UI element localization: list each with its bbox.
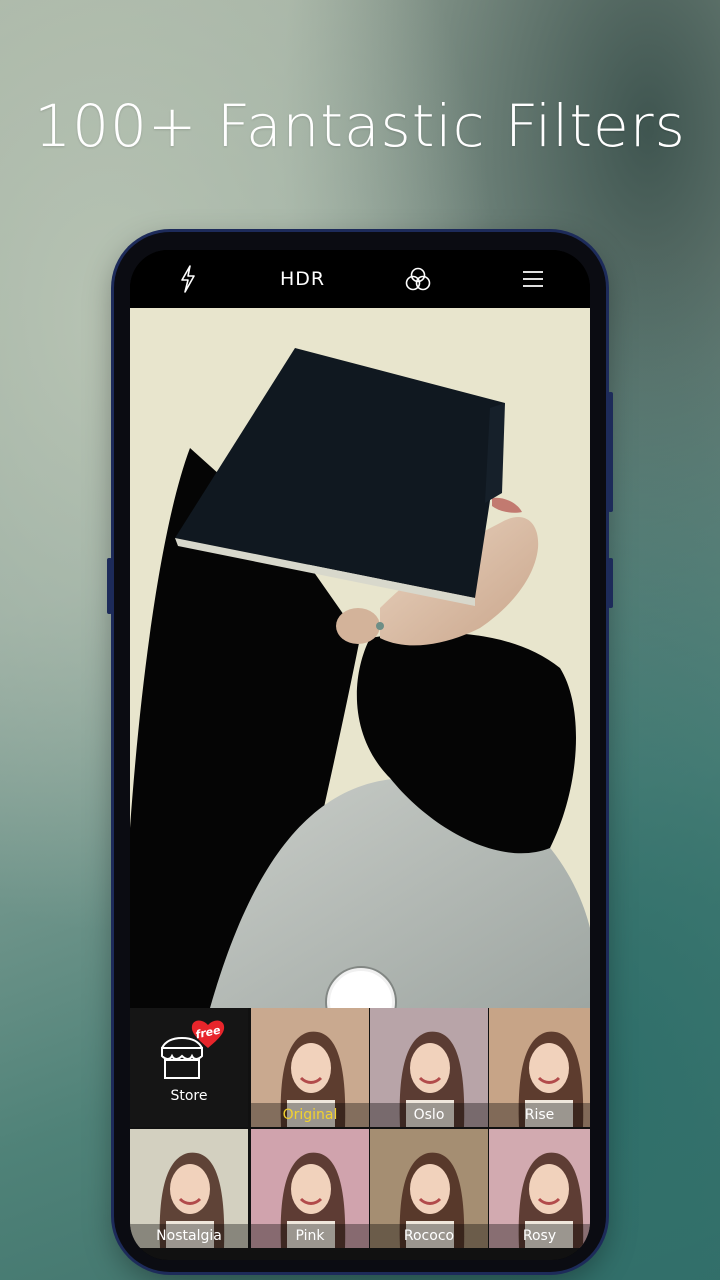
store-label: Store [170,1088,208,1104]
filter-label: Rosy [489,1224,590,1248]
phone-screen: HDR free Store Original Oslo Rise Nostal… [130,250,590,1260]
store-tile[interactable]: free Store [130,1008,248,1127]
hdr-label: HDR [279,268,326,290]
preview-photo [130,308,590,1008]
phone-volume-button [107,558,112,614]
camera-preview [130,308,590,1008]
filter-label: Rococo [370,1224,488,1248]
free-badge: free [190,1018,226,1050]
filter-tile-rosy[interactable]: Rosy [489,1129,590,1248]
filter-circles-icon [405,267,430,291]
filter-tile-original[interactable]: Original [251,1008,369,1127]
filter-tile-oslo[interactable]: Oslo [370,1008,488,1127]
filter-grid: free Store Original Oslo Rise Nostalgia Pink… [130,1008,590,1260]
filter-label: Rise [489,1103,590,1127]
phone-mockup: HDR free Store Original Oslo Rise Nostal… [107,232,613,1272]
filter-tile-nostalgia[interactable]: Nostalgia [130,1129,248,1248]
hdr-button[interactable]: HDR [273,259,333,299]
phone-power-button [608,392,613,512]
filter-tile-rise[interactable]: Rise [489,1008,590,1127]
phone-side-button [608,558,613,608]
menu-icon [522,271,543,287]
flash-button[interactable] [158,259,218,299]
filter-tile-rococo[interactable]: Rococo [370,1129,488,1248]
filter-label: Original [251,1103,369,1127]
headline: 100+ Fantastic Filters [34,92,686,160]
filter-tile-pink[interactable]: Pink [251,1129,369,1248]
flash-icon [180,265,195,293]
camera-toolbar: HDR [130,250,590,308]
filter-label: Oslo [370,1103,488,1127]
filter-label: Nostalgia [130,1224,248,1248]
filters-button[interactable] [388,259,448,299]
menu-button[interactable] [503,259,563,299]
filter-label: Pink [251,1224,369,1248]
